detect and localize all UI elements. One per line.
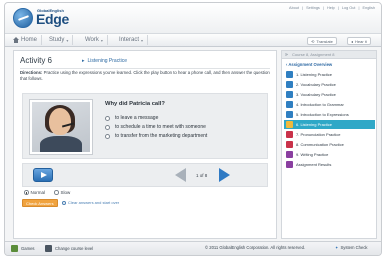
about-link[interactable]: About <box>289 6 299 10</box>
directions: Directions: Practice using the expressio… <box>20 70 270 81</box>
brand-name: Edge <box>36 11 70 27</box>
assignment-overview-link[interactable]: ‹ Assignment Overview <box>286 62 332 67</box>
activity-type-icon <box>286 91 293 98</box>
answer-option-1[interactable]: to leave a message <box>105 115 158 121</box>
activity-type-icon <box>286 111 293 118</box>
radio-button[interactable] <box>105 124 110 130</box>
settings-link[interactable]: Settings <box>306 6 320 10</box>
question-text: Why did Patricia call? <box>105 101 165 107</box>
activity-panel: Activity 6 ▸ Listening Practice Direction… <box>13 50 277 239</box>
speed-slow[interactable]: Slow <box>54 190 70 195</box>
chevron-right-icon: ▸ <box>82 58 85 64</box>
activity-type-icon <box>286 81 293 88</box>
assignment-sidebar: Course 8, Assignment 8 ‹ Assignment Over… <box>281 50 377 239</box>
change-level-link[interactable]: Change course level <box>45 245 93 252</box>
logo-icon <box>13 8 33 28</box>
activity-subtitle: ▸ Listening Practice <box>82 58 127 64</box>
sidebar-activity-label: 9. Writing Practice <box>296 152 329 157</box>
sidebar-activity-label: 6. Listening Practice <box>296 122 333 127</box>
clear-answers-link[interactable]: Clear answers and start over <box>62 200 119 205</box>
sidebar-activity-label: 3. Vocabulary Practice <box>296 92 336 97</box>
sidebar-activity-item[interactable]: 7. Pronunciation Practice <box>284 130 375 139</box>
next-arrow-icon[interactable] <box>219 168 230 182</box>
nav-work[interactable]: Work ▾ <box>81 35 108 45</box>
games-icon <box>11 245 18 252</box>
translate-button[interactable]: ⟲ Translate <box>307 37 337 45</box>
top-links: About | Settings | Help | Log Out | Engl… <box>289 6 375 10</box>
activity-type-icon <box>286 101 293 108</box>
language-link[interactable]: English <box>363 6 375 10</box>
sidebar-activity-item[interactable]: Assignment Results <box>284 160 375 169</box>
app-window: GlobalEnglish Edge About | Settings | He… <box>4 2 382 256</box>
radio-button[interactable] <box>54 190 59 195</box>
activity-title: Activity 6 <box>20 56 53 65</box>
footer: Games Change course level © 2011 GlobalE… <box>5 241 381 255</box>
check-answers-button[interactable]: Check Answers <box>22 199 58 207</box>
sidebar-activity-item[interactable]: 4. Introduction to Grammar <box>284 100 375 109</box>
system-check-icon: ✦ <box>335 245 339 250</box>
refresh-icon <box>62 200 66 205</box>
sidebar-activity-label: 5. Introduction to Expressions <box>296 112 349 117</box>
nav-study[interactable]: Study ▾ <box>45 35 74 45</box>
chevron-down-icon: ▾ <box>141 37 144 43</box>
sidebar-activity-label: 2. Vocabulary Practice <box>296 82 336 87</box>
copyright: © 2011 GlobalEnglish Corporation. All ri… <box>205 245 306 250</box>
activity-type-icon <box>286 131 293 138</box>
sidebar-activity-item[interactable]: 8. Communication Practice <box>284 140 375 149</box>
activity-type-icon <box>286 141 293 148</box>
previous-arrow-icon[interactable] <box>175 168 186 182</box>
activity-type-icon <box>286 161 293 168</box>
sidebar-activity-label: 7. Pronunciation Practice <box>296 132 341 137</box>
activity-type-icon <box>286 121 293 128</box>
chevron-down-icon: ▾ <box>66 37 69 43</box>
sidebar-activity-label: 8. Communication Practice <box>296 142 344 147</box>
hear-it-button[interactable]: ◂ Hear it <box>347 37 371 45</box>
radio-button[interactable] <box>24 190 29 195</box>
sidebar-activity-label: 1. Listening Practice <box>296 72 333 77</box>
sidebar-activity-item[interactable]: 6. Listening Practice <box>284 120 375 129</box>
level-icon <box>45 245 52 252</box>
nav-interact[interactable]: Interact ▾ <box>115 35 149 45</box>
chevron-down-icon: ▾ <box>100 37 103 43</box>
games-link[interactable]: Games <box>11 245 35 252</box>
speaker-photo <box>29 99 93 155</box>
answer-option-2[interactable]: to schedule a time to meet with someone <box>105 124 206 130</box>
divider <box>20 68 270 69</box>
radio-button[interactable] <box>105 115 110 121</box>
page-indicator: 1 of 8 <box>196 173 208 178</box>
translate-icon: ⟲ <box>311 38 315 44</box>
course-header[interactable]: Course 8, Assignment 8 <box>282 51 376 59</box>
help-link[interactable]: Help <box>327 6 335 10</box>
sidebar-activity-item[interactable]: 1. Listening Practice <box>284 70 375 79</box>
sidebar-activity-item[interactable]: 2. Vocabulary Practice <box>284 80 375 89</box>
audio-player: 1 of 8 <box>22 163 268 187</box>
sidebar-activity-item[interactable]: 9. Writing Practice <box>284 150 375 159</box>
logout-link[interactable]: Log Out <box>342 6 356 10</box>
speaker-icon: ◂ <box>351 38 354 44</box>
sidebar-activity-label: 4. Introduction to Grammar <box>296 102 344 107</box>
radio-button[interactable] <box>105 133 110 139</box>
header: GlobalEnglish Edge About | Settings | He… <box>5 3 381 33</box>
home-icon <box>13 37 19 43</box>
activity-type-icon <box>286 71 293 78</box>
play-button[interactable] <box>33 168 53 182</box>
speed-normal[interactable]: Normal <box>24 190 45 195</box>
question-box: Why did Patricia call? to leave a messag… <box>22 93 268 159</box>
nav-home[interactable]: Home <box>9 35 43 45</box>
sidebar-activity-item[interactable]: 5. Introduction to Expressions <box>284 110 375 119</box>
sidebar-activity-label: Assignment Results <box>296 162 332 167</box>
answer-option-3[interactable]: to transfer from the marketing departmen… <box>105 133 207 139</box>
sidebar-activity-item[interactable]: 3. Vocabulary Practice <box>284 90 375 99</box>
activity-type-icon <box>286 151 293 158</box>
system-check-link[interactable]: ✦ System Check <box>335 245 368 250</box>
